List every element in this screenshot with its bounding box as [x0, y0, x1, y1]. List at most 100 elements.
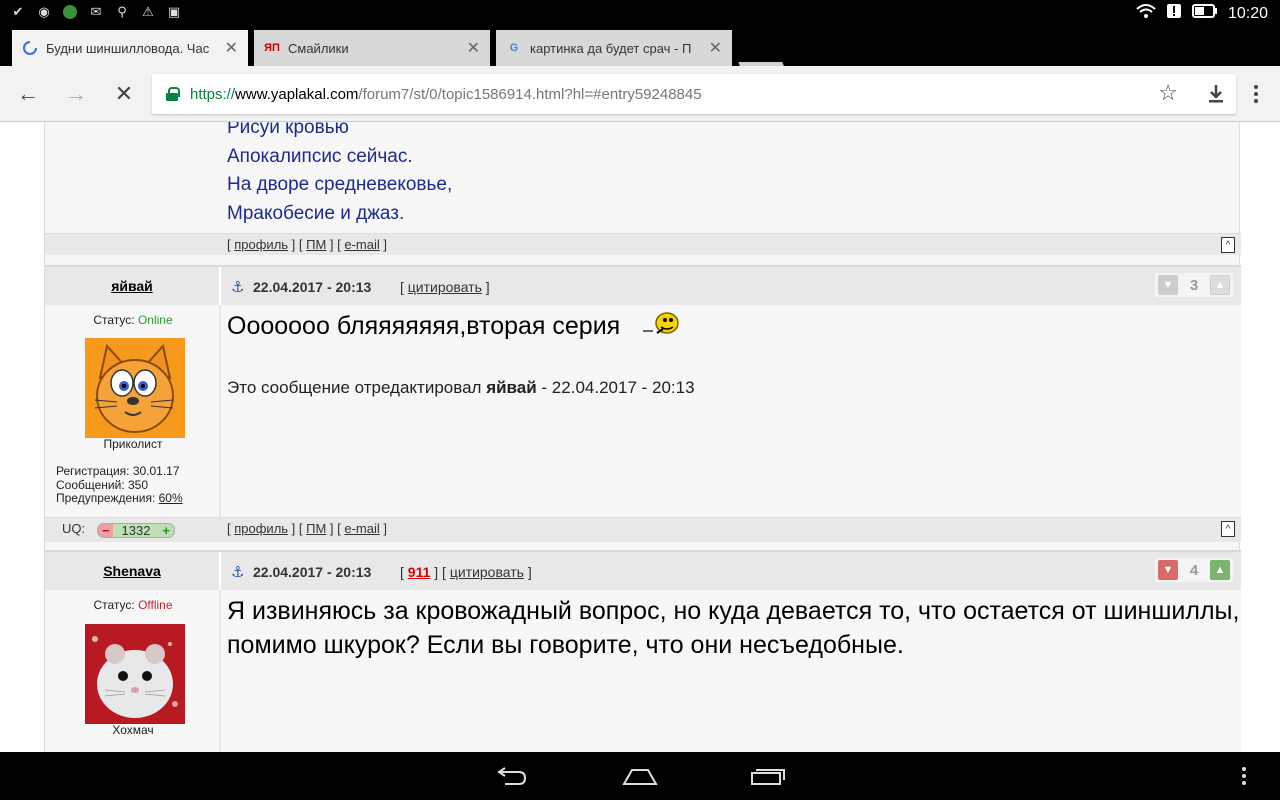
uq-minus-button[interactable]: − [102, 523, 110, 538]
warnings: Предупреждения: 60% [56, 491, 183, 505]
scroll-top-icon[interactable]: ^ [1221, 237, 1235, 253]
post-footer: [ профиль ] [ ПМ ] [ e-mail ] ^ [45, 233, 1241, 255]
vote-count: 3 [1189, 276, 1199, 294]
user-rank: Приколист [103, 437, 163, 451]
bookmark-star-icon[interactable]: ☆ [1158, 80, 1178, 106]
menu-dots-icon[interactable] [1242, 80, 1270, 108]
app-icon [62, 4, 78, 20]
tab-smileys[interactable]: ЯП Смайлики ✕ [254, 30, 490, 66]
forum-thread: Рисуй кровью Апокалипсис сейчас. На двор… [44, 122, 1241, 752]
uq-value: 1332 [121, 523, 151, 538]
post-number-link[interactable]: 911 [408, 564, 431, 580]
uq-plus-button[interactable]: + [162, 523, 170, 538]
user-rank: Хохмач [112, 723, 154, 737]
address-bar[interactable]: https:// www.yaplakal.com /forum7/st/0/t… [152, 74, 1236, 114]
quote-link-wrap: [ цитировать ] [400, 279, 490, 295]
profile-link[interactable]: профиль [234, 237, 288, 252]
photo-icon: ▣ [167, 4, 181, 19]
uq-bar: − 1332 + [97, 523, 175, 538]
back-arrow-icon[interactable]: ← [14, 80, 42, 108]
forward-arrow-icon[interactable]: → [62, 80, 90, 108]
web-page: Рисуй кровью Апокалипсис сейчас. На двор… [0, 122, 1280, 752]
search-icon: ⚲ [117, 4, 127, 19]
post-header: яйвай ⚓ 22.04.2017 - 20:13 [ цитировать … [45, 265, 1241, 305]
post-content: Я извиняюсь за кровожадный вопрос, но ку… [227, 594, 1241, 662]
anchor-icon[interactable]: ⚓ [231, 278, 244, 296]
google-favicon: G [509, 42, 519, 54]
tab-chinchilla[interactable]: Будни шиншилловода. Час ✕ [12, 30, 248, 66]
tab-title: Будни шиншилловода. Час [46, 40, 210, 56]
footer-links: [ профиль ] [ ПМ ] [ e-mail ] [227, 237, 388, 252]
email-link[interactable]: e-mail [344, 237, 379, 252]
user-info: Статус: Offline Хохмач [45, 590, 221, 752]
vote-widget: ▼ 3 ▲ [1155, 273, 1233, 297]
android-nav-bar [0, 752, 1280, 800]
profile-link[interactable]: профиль [234, 521, 288, 536]
uq-rating: UQ: − 1332 + [45, 518, 221, 542]
post-date: 22.04.2017 - 20:13 [253, 564, 372, 580]
scroll-top-icon[interactable]: ^ [1221, 521, 1235, 537]
close-icon[interactable]: ✕ [225, 38, 238, 58]
pm-link[interactable]: ПМ [306, 237, 326, 252]
previous-post-text: Рисуй кровью Апокалипсис сейчас. На двор… [227, 122, 1237, 228]
user-status: Статус: Offline [93, 598, 173, 612]
status-online: Online [137, 313, 173, 327]
close-icon[interactable]: ✕ [467, 38, 480, 58]
poem-line: Рисуй кровью [227, 122, 349, 138]
tab-strip: Будни шиншилловода. Час ✕ ЯП Смайлики ✕ … [0, 26, 1280, 82]
email-link[interactable]: e-mail [344, 521, 379, 536]
edit-note: Это сообщение отредактировал яйвай - 22.… [227, 378, 695, 397]
quote-link[interactable]: цитировать [450, 564, 524, 580]
edit-author: яйвай [486, 378, 537, 397]
warnings-link[interactable]: 60% [159, 491, 183, 505]
post-date: 22.04.2017 - 20:13 [253, 279, 372, 295]
gamepad-icon: ◉ [38, 4, 50, 19]
post-text: Ооооооо бляяяяяяя,вторая серия [227, 309, 1241, 346]
android-status-bar: ✔ ◉ ✉ ⚲ ⚠ ▣ 10:20 [0, 0, 1280, 26]
tab-title: картинка да будет срач - П [530, 40, 692, 56]
browser-toolbar: ← → ✕ https:// www.yaplakal.com /forum7/… [0, 66, 1280, 122]
warning-icon: ⚠ [142, 4, 154, 19]
anchor-icon[interactable]: ⚓ [231, 563, 244, 581]
author-name[interactable]: яйвай [45, 267, 221, 305]
battery-icon [1191, 4, 1218, 23]
overflow-menu-icon[interactable] [1236, 764, 1252, 788]
url-scheme: https:// [190, 85, 236, 103]
poem-line: Мракобесие и джаз. [227, 202, 405, 224]
footer-links: [ профиль ] [ ПМ ] [ e-mail ] [227, 521, 388, 536]
poem-line: Апокалипсис сейчас. [227, 145, 413, 167]
message-count: Сообщений: 350 [56, 477, 149, 492]
author-name[interactable]: Shenava [45, 552, 221, 590]
user-status: Статус: Online [93, 313, 173, 327]
check-icon: ✔ [12, 4, 24, 19]
thumbs-down-icon[interactable]: ▼ [1158, 560, 1178, 580]
post-body: Статус: Offline Хохмач Я извиняюсь за кр… [45, 590, 1241, 752]
user-info: Статус: Online Приколист Регистрация: 30… [45, 305, 221, 517]
post-content: Ооооооо бляяяяяяя,вторая серия Это сообщ… [227, 309, 1241, 398]
thumbs-up-icon[interactable]: ▲ [1210, 560, 1230, 580]
thumbs-up-icon[interactable]: ▲ [1210, 275, 1230, 295]
pm-link[interactable]: ПМ [306, 521, 326, 536]
home-nav-icon[interactable] [622, 764, 658, 788]
tab-google[interactable]: G картинка да будет срач - П ✕ [496, 30, 732, 66]
recents-nav-icon[interactable] [750, 764, 786, 788]
clock: 10:20 [1227, 4, 1268, 22]
registration-date: Регистрация: 30.01.17 [56, 464, 180, 478]
gmail-icon: ✉ [90, 4, 102, 19]
post-text: Я извиняюсь за кровожадный вопрос, но ку… [227, 597, 1240, 659]
thumbs-down-icon[interactable]: ▼ [1158, 275, 1178, 295]
notification-icons: ✔ ◉ ✉ ⚲ ⚠ ▣ [10, 4, 182, 20]
avatar [85, 338, 185, 438]
download-icon[interactable] [1202, 80, 1230, 108]
user-stats: Регистрация: 30.01.17 Сообщений: 350 Пре… [56, 464, 183, 506]
wifi-icon [1136, 3, 1156, 24]
close-icon[interactable]: ✕ [709, 38, 722, 58]
alert-icon [1166, 3, 1182, 24]
stop-loading-icon[interactable]: ✕ [110, 80, 138, 108]
url-path: /forum7/st/0/topic1586914.html?hl=#entry… [358, 85, 702, 103]
quote-link[interactable]: цитировать [408, 279, 482, 295]
back-nav-icon[interactable] [494, 764, 530, 788]
url-host: www.yaplakal.com [235, 85, 359, 103]
vote-widget: ▼ 4 ▲ [1155, 558, 1233, 582]
post-body: Статус: Online Приколист Регистрация: 30… [45, 305, 1241, 517]
